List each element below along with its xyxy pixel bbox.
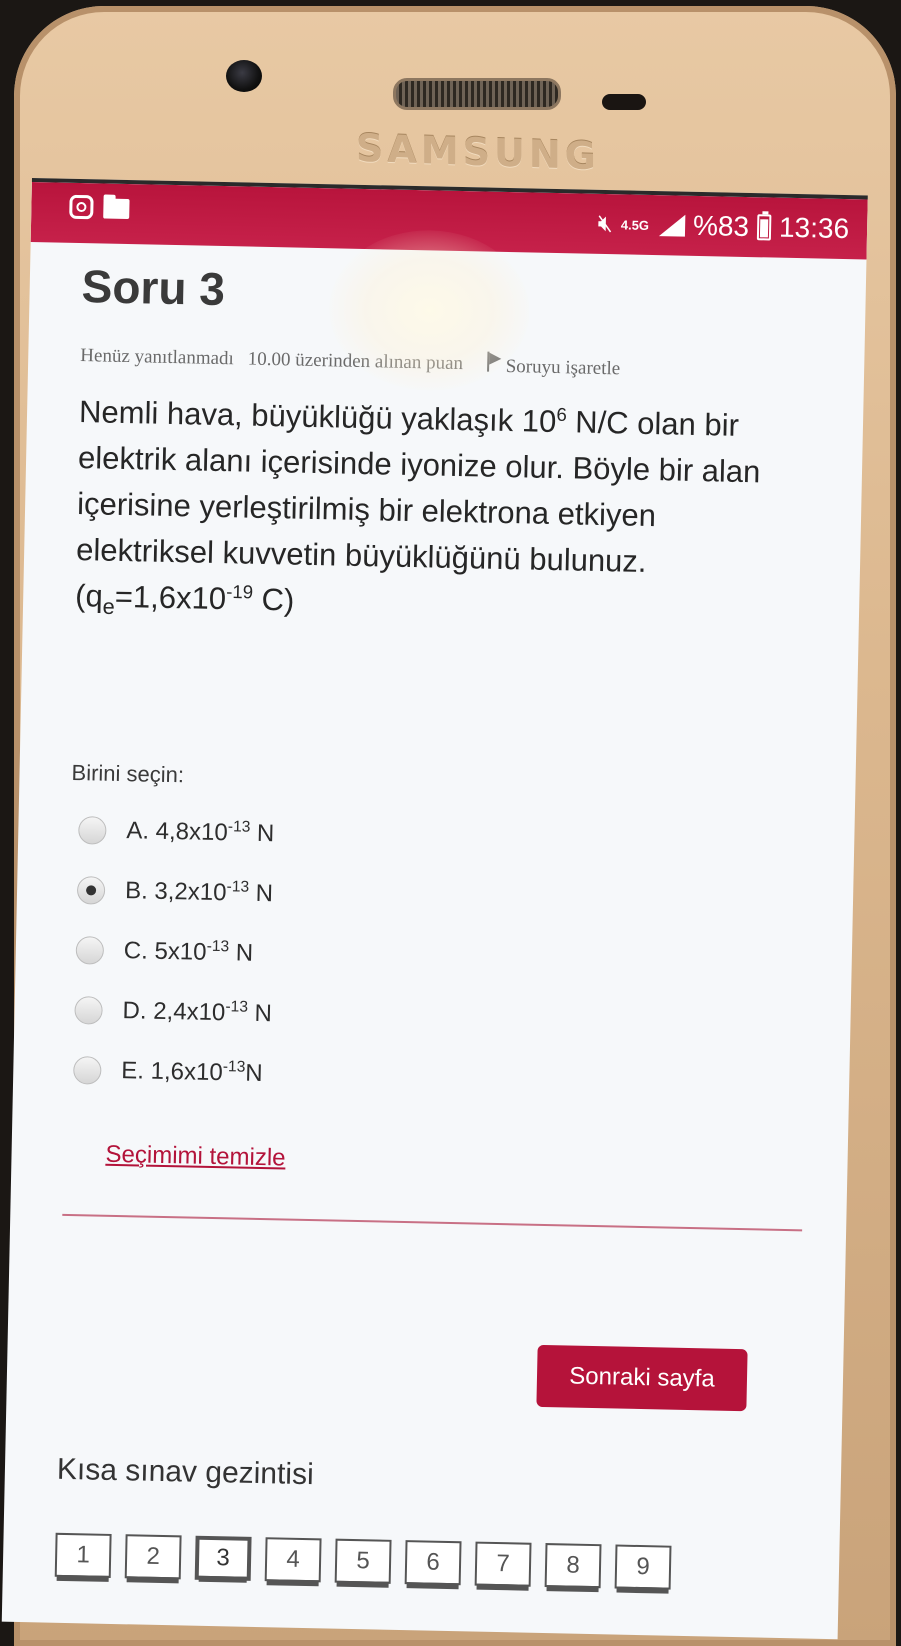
nav-question-2[interactable]: 2 — [124, 1534, 182, 1580]
nav-question-4[interactable]: 4 — [264, 1537, 322, 1583]
brand-logo: SAMSUNG — [356, 125, 600, 179]
question-text-part: C) — [252, 581, 295, 618]
flag-icon — [487, 352, 501, 372]
choose-prompt: Birini seçin: — [71, 759, 185, 788]
question-text-part: Nemli hava, büyüklüğü yaklaşık 10 — [78, 394, 557, 440]
phone-bezel: SAMSUNG — [0, 0, 901, 190]
radio-button[interactable] — [74, 995, 103, 1025]
answer-label: E. 1,6x10-13N — [121, 1057, 263, 1088]
question-exponent: 6 — [556, 403, 568, 425]
nav-question-8[interactable]: 8 — [544, 1543, 602, 1589]
answer-label: D. 2,4x10-13 N — [122, 997, 273, 1028]
quiz-navigation-title: Kısa sınav gezintisi — [56, 1452, 315, 1492]
page-title: Soru 3 — [81, 260, 226, 316]
radio-button[interactable] — [73, 1055, 102, 1085]
answer-status: Henüz yanıtlanmadı — [80, 345, 235, 370]
signal-icon — [657, 214, 685, 237]
earpiece-speaker — [393, 78, 561, 110]
answer-label: A. 4,8x10-13 N — [126, 817, 275, 848]
next-page-button[interactable]: Sonraki sayfa — [536, 1344, 748, 1412]
clock: 13:36 — [778, 211, 850, 245]
answer-list: A. 4,8x10-13 N B. 3,2x10-13 N C. 5x10-13… — [65, 800, 831, 1116]
nav-question-1[interactable]: 1 — [54, 1532, 112, 1578]
radio-button[interactable] — [78, 815, 107, 845]
question-text: Nemli hava, büyüklüğü yaklaşık 106 N/C o… — [75, 389, 800, 637]
divider — [62, 1213, 803, 1232]
nav-question-7[interactable]: 7 — [474, 1541, 532, 1587]
points-info: 10.00 üzerinden alınan puan — [247, 348, 464, 375]
status-bar: 🔇︎ 4.5G %83 13:36 — [30, 181, 868, 260]
folder-icon — [103, 198, 130, 220]
quiz-navigation: 1 2 3 4 5 6 7 8 9 — [54, 1532, 672, 1590]
mute-icon: 🔇︎ — [597, 209, 614, 238]
nav-question-5[interactable]: 5 — [334, 1538, 392, 1584]
flag-label: Soruyu işaretle — [505, 355, 621, 380]
clear-selection-link[interactable]: Seçimimi temizle — [105, 1141, 286, 1173]
radio-button[interactable] — [75, 935, 105, 965]
flag-question-link[interactable]: Soruyu işaretle — [477, 351, 621, 380]
question-content: Soru 3 Henüz yanıtlanmadı 10.00 üzerinde… — [62, 259, 842, 1232]
answer-label: B. 3,2x10-13 N — [124, 877, 274, 908]
nav-question-3-current[interactable]: 3 — [194, 1535, 252, 1581]
nav-question-9[interactable]: 9 — [614, 1544, 672, 1590]
nav-question-6[interactable]: 6 — [404, 1540, 462, 1586]
battery-icon — [756, 214, 772, 241]
proximity-sensor — [602, 94, 646, 110]
answer-label: C. 5x10-13 N — [123, 937, 254, 968]
phone-screen: 🔇︎ 4.5G %83 13:36 Soru 3 Henüz yanıtlanm… — [1, 178, 868, 1640]
network-type: 4.5G — [620, 216, 650, 233]
radio-button-selected[interactable] — [76, 875, 106, 905]
question-text-part: =1,6x10 — [114, 578, 227, 616]
question-info: Henüz yanıtlanmadı 10.00 üzerinden alına… — [80, 343, 840, 385]
question-exponent: -19 — [226, 580, 254, 602]
front-camera — [226, 60, 262, 92]
instagram-icon — [69, 194, 94, 220]
question-subscript: e — [102, 593, 115, 619]
battery-percent: %83 — [692, 209, 750, 243]
